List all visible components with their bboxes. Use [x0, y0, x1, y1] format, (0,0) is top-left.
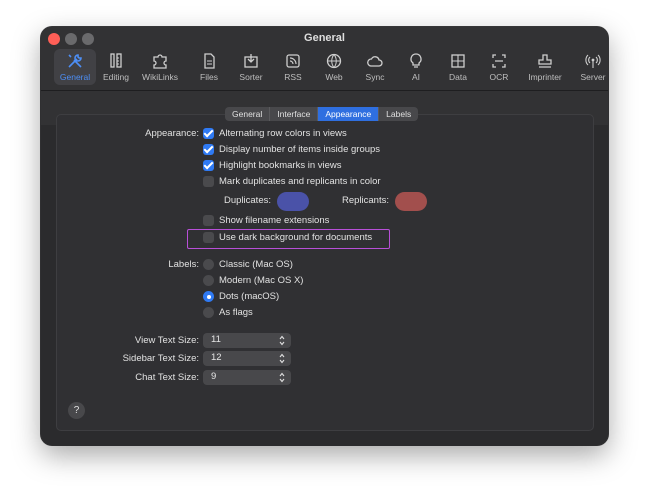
grid-icon [451, 54, 465, 68]
toolbar-item-data[interactable]: Data [437, 49, 479, 85]
dark-background-label: Use dark background for documents [219, 232, 373, 243]
cloud-icon [367, 56, 383, 67]
show-extensions-checkbox[interactable] [203, 215, 214, 226]
globe-icon [326, 53, 342, 69]
toolbar-label: Sorter [239, 72, 263, 82]
display-count-label: Display number of items inside groups [219, 144, 381, 155]
toolbar-item-imprinter[interactable]: Imprinter [521, 49, 569, 85]
labels-modern-radio[interactable] [203, 275, 214, 286]
toolbar-item-ai[interactable]: AI [395, 49, 437, 85]
toolbar-item-server[interactable]: Server [572, 49, 608, 85]
toolbar-label: Files [200, 72, 218, 82]
tab-bar: General Interface Appearance Labels [225, 107, 419, 121]
toolbar-item-web[interactable]: Web [313, 49, 355, 85]
replicants-label: Replicants: [342, 195, 389, 206]
tab-labels[interactable]: Labels [379, 107, 418, 121]
tab-interface[interactable]: Interface [270, 107, 319, 121]
stamp-icon [538, 54, 552, 68]
toolbar-label: Imprinter [528, 72, 562, 82]
tab-general[interactable]: General [225, 107, 271, 121]
sidebar-text-size-value: 12 [211, 352, 222, 363]
toolbar-item-ocr[interactable]: OCR [478, 49, 520, 85]
duplicates-label: Duplicates: [224, 195, 271, 206]
toolbar-label: WikiLinks [142, 72, 178, 82]
show-extensions-label: Show filename extensions [219, 215, 330, 226]
chat-text-size-value: 9 [211, 371, 217, 382]
lightbulb-icon [410, 53, 422, 68]
display-count-checkbox[interactable] [203, 144, 214, 155]
appearance-label: Appearance: [145, 128, 199, 139]
toolbar-item-sync[interactable]: Sync [354, 49, 396, 85]
puzzle-icon [153, 54, 167, 69]
chevron-up-down-icon [279, 353, 285, 364]
mark-duplicates-label: Mark duplicates and replicants in color [219, 176, 381, 187]
toolbar-label: RSS [284, 72, 302, 82]
labels-modern-label: Modern (Mac OS X) [219, 275, 304, 286]
toolbar-item-general[interactable]: General [54, 49, 96, 85]
highlight-bookmarks-label: Highlight bookmarks in views [219, 160, 342, 171]
chat-text-size-label: Chat Text Size: [135, 372, 199, 383]
toolbar-item-editing[interactable]: Editing [95, 49, 137, 85]
sorter-icon [244, 54, 258, 68]
scan-icon [492, 54, 506, 68]
window-title: General [304, 32, 345, 44]
replicants-color-well[interactable] [395, 192, 427, 211]
view-text-size-value: 11 [211, 334, 221, 345]
toolbar-item-rss[interactable]: RSS [272, 49, 314, 85]
view-text-size-popup[interactable]: 11 [203, 333, 291, 348]
toolbar-item-sorter[interactable]: Sorter [230, 49, 272, 85]
chevron-up-down-icon [279, 372, 285, 383]
view-text-size-label: View Text Size: [134, 335, 199, 346]
labels-dots-label: Dots (macOS) [219, 291, 280, 302]
alternating-rows-checkbox[interactable] [203, 128, 214, 139]
labels-dots-radio[interactable] [203, 291, 214, 302]
sidebar-text-size-popup[interactable]: 12 [203, 351, 291, 366]
rss-icon [286, 54, 300, 68]
dark-background-checkbox[interactable] [203, 232, 214, 243]
pencil-ruler-icon [110, 53, 122, 68]
duplicates-color-well[interactable] [277, 192, 309, 211]
toolbar-label: Sync [365, 72, 385, 82]
labels-flags-label: As flags [219, 307, 253, 318]
toolbar-label: General [59, 72, 91, 82]
chat-text-size-popup[interactable]: 9 [203, 370, 291, 385]
tab-appearance[interactable]: Appearance [318, 107, 380, 121]
sidebar-text-size-label: Sidebar Text Size: [122, 353, 199, 364]
document-icon [204, 53, 215, 69]
toolbar-item-wikilinks[interactable]: WikiLinks [136, 49, 184, 85]
highlight-bookmarks-checkbox[interactable] [203, 160, 214, 171]
toolbar-label: Data [449, 72, 467, 82]
mark-duplicates-checkbox[interactable] [203, 176, 214, 187]
toolbar-label: OCR [489, 72, 509, 82]
labels-classic-label: Classic (Mac OS) [219, 259, 293, 270]
labels-classic-radio[interactable] [203, 259, 214, 270]
toolbar-label: AI [411, 72, 421, 82]
labels-label: Labels: [168, 259, 199, 270]
toolbar-item-files[interactable]: Files [188, 49, 230, 85]
labels-flags-radio[interactable] [203, 307, 214, 318]
alternating-rows-label: Alternating row colors in views [219, 128, 347, 139]
toolbar-divider [41, 90, 608, 91]
toolbar-label: Web [325, 72, 343, 82]
toolbar-label: Server [580, 72, 606, 82]
chevron-up-down-icon [279, 335, 285, 346]
antenna-icon [585, 54, 601, 68]
help-button[interactable]: ? [68, 402, 85, 419]
toolbar-label: Editing [103, 72, 129, 82]
wrench-screwdriver-icon [68, 54, 82, 68]
